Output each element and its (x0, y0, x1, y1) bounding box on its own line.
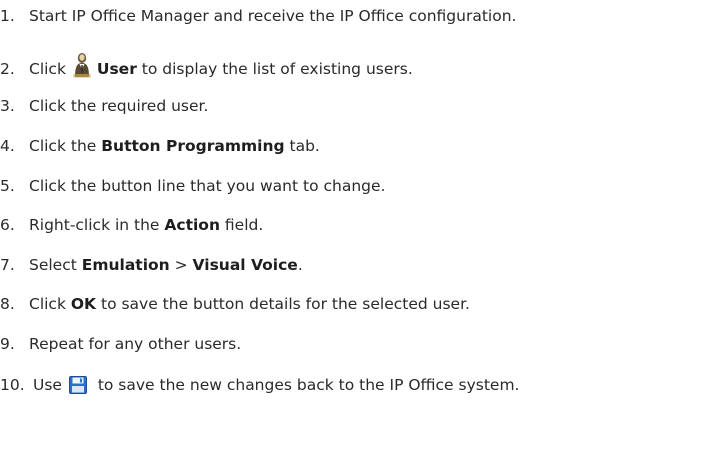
step-bold: Button Programming (101, 137, 285, 155)
step-bold: OK (70, 295, 97, 313)
step-number: 5. (0, 177, 15, 195)
step-number: 1. (0, 7, 15, 25)
step-2: 2. Click User to display the list of exis… (0, 52, 413, 84)
step-bold: Emulation (81, 256, 170, 274)
step-text-pre: Click (29, 60, 71, 78)
step-bold: User (96, 60, 137, 78)
step-text-post: . (297, 256, 303, 274)
step-6: 6. Right-click in the Action field. (0, 214, 263, 236)
step-7: 7. Select Emulation > Visual Voice. (0, 254, 303, 276)
step-text-mid: > (169, 256, 193, 274)
step-number: 10. (0, 376, 25, 394)
step-5: 5. Click the button line that you want to… (0, 175, 385, 197)
step-text: Click the required user. (29, 97, 209, 115)
step-text: Start IP Office Manager and receive the … (29, 7, 517, 25)
step-bold: Action (164, 216, 220, 234)
step-3: 3. Click the required user. (0, 95, 208, 117)
step-number: 8. (0, 295, 15, 313)
step-number: 6. (0, 216, 15, 234)
step-bold-2: Visual Voice (192, 256, 298, 274)
user-icon (73, 52, 91, 84)
step-text-pre: Select (29, 256, 82, 274)
steps-list: 1. Start IP Office Manager and receive th… (0, 0, 712, 461)
step-text-pre: Use (33, 376, 67, 394)
step-9: 9. Repeat for any other users. (0, 333, 241, 355)
step-text-post: tab. (284, 137, 320, 155)
step-text: Click the button line that you want to c… (29, 177, 386, 195)
step-number: 2. (0, 60, 15, 78)
step-10: 10. Use to save the new changes back to t… (0, 374, 519, 400)
step-text-post: to display the list of existing users. (136, 60, 413, 78)
step-number: 7. (0, 256, 15, 274)
step-number: 4. (0, 137, 15, 155)
step-1: 1. Start IP Office Manager and receive th… (0, 5, 516, 27)
step-text-post: to save the new changes back to the IP O… (92, 376, 520, 394)
step-text-pre: Click (29, 295, 71, 313)
save-icon (68, 376, 87, 400)
step-text-post: to save the button details for the selec… (96, 295, 470, 313)
step-text: Repeat for any other users. (29, 335, 242, 353)
step-4: 4. Click the Button Programming tab. (0, 135, 320, 157)
step-text-post: field. (219, 216, 264, 234)
step-number: 3. (0, 97, 15, 115)
step-number: 9. (0, 335, 15, 353)
step-8: 8. Click OK to save the button details fo… (0, 293, 470, 315)
step-text-pre: Click the (29, 137, 102, 155)
step-text-pre: Right-click in the (29, 216, 165, 234)
